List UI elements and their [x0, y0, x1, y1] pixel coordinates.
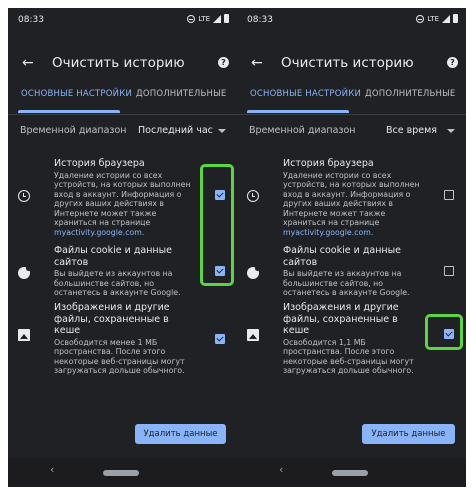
signal-icon: [213, 14, 221, 23]
clock-icon: [18, 190, 30, 202]
status-bar: 08:33 LTE: [237, 8, 466, 30]
option-browsing-history[interactable]: История браузера Удаление истории со все…: [237, 158, 466, 237]
clear-data-button[interactable]: Удалить данные: [362, 424, 455, 444]
option-cookies[interactable]: Файлы cookie и данные сайтов Вы выйдете …: [237, 245, 466, 298]
tab-basic[interactable]: ОСНОВНЫЕ НАСТРОЙКИ: [21, 89, 132, 99]
battery-icon: [224, 14, 229, 23]
time-range-label: Временной диапазон: [20, 125, 127, 136]
app-bar: ← Очистить историю ?: [8, 52, 237, 76]
time-range-selector[interactable]: Временной диапазон Все время: [237, 122, 466, 142]
signal-icon: [442, 14, 450, 23]
help-icon[interactable]: ?: [447, 57, 458, 68]
navigation-bar: ‹: [237, 458, 466, 487]
option-title: История браузера: [283, 158, 374, 169]
do-not-disturb-icon: [416, 14, 425, 23]
active-tab-indicator: [18, 110, 120, 113]
option-description: Удаление истории со всех устройств, на к…: [54, 170, 191, 228]
page-title: Очистить историю: [281, 55, 414, 71]
cookie-icon: [247, 266, 260, 279]
app-bar: ← Очистить историю ?: [237, 52, 466, 76]
network-type: LTE: [198, 14, 210, 23]
tab-advanced[interactable]: ДОПОЛНИТЕЛЬНЫЕ: [365, 89, 455, 99]
page-title: Очистить историю: [52, 55, 185, 71]
option-description: Освободится 1,1 МБ пространства. После э…: [283, 337, 414, 376]
myactivity-link[interactable]: myactivity.google.com.: [283, 228, 373, 237]
myactivity-link[interactable]: myactivity.google.com.: [54, 228, 144, 237]
time-range-selector[interactable]: Временной диапазон Последний час: [8, 122, 237, 142]
tab-advanced[interactable]: ДОПОЛНИТЕЛЬНЫЕ: [136, 89, 226, 99]
option-description: Вы выйдете из аккаунтов на большинстве с…: [54, 269, 181, 298]
cookie-icon: [18, 266, 31, 279]
option-description: Освободится менее 1 МБ пространства. Пос…: [54, 337, 185, 376]
home-pill[interactable]: [103, 470, 139, 476]
option-title: Файлы cookie и данные сайтов: [283, 245, 401, 268]
option-title: Изображения и другие файлы, сохраненные …: [54, 302, 170, 336]
status-bar: 08:33 LTE: [8, 8, 237, 30]
tab-bar: ОСНОВНЫЕ НАСТРОЙКИ ДОПОЛНИТЕЛЬНЫЕ: [237, 86, 466, 115]
active-tab-indicator: [247, 110, 349, 113]
time-range-value[interactable]: Все время: [386, 125, 437, 136]
navigation-bar: ‹: [8, 458, 237, 487]
highlight-frame: [425, 314, 463, 350]
help-icon[interactable]: ?: [218, 57, 229, 68]
option-description: Удаление истории со всех устройств, на к…: [283, 170, 420, 228]
dropdown-caret-icon[interactable]: [447, 129, 455, 133]
option-title: История браузера: [54, 158, 145, 169]
image-icon: [247, 329, 259, 341]
status-time: 08:33: [247, 15, 273, 25]
tab-basic[interactable]: ОСНОВНЫЕ НАСТРОЙКИ: [250, 89, 361, 99]
status-time: 08:33: [18, 15, 44, 25]
time-range-label: Временной диапазон: [249, 125, 356, 136]
time-range-value[interactable]: Последний час: [138, 125, 213, 136]
option-title: Изображения и другие файлы, сохраненные …: [283, 302, 399, 336]
checkbox-browsing-history[interactable]: [444, 190, 454, 200]
tab-bar: ОСНОВНЫЕ НАСТРОЙКИ ДОПОЛНИТЕЛЬНЫЕ: [8, 86, 237, 115]
highlight-frame: [200, 164, 234, 286]
option-title: Файлы cookie и данные сайтов: [54, 245, 172, 268]
clear-data-button[interactable]: Удалить данные: [135, 424, 226, 444]
home-pill[interactable]: [332, 470, 368, 476]
arrow-left-icon[interactable]: ←: [251, 55, 263, 71]
phone-screen-left: 08:33 LTE ← Очистить историю ? ОСНОВНЫЕ …: [8, 8, 237, 487]
image-icon: [18, 329, 30, 341]
option-cached-images[interactable]: Изображения и другие файлы, сохраненные …: [8, 302, 237, 375]
clock-icon: [247, 190, 259, 202]
checkbox-cookies[interactable]: [444, 266, 454, 276]
nav-back-icon[interactable]: ‹: [50, 463, 54, 476]
arrow-left-icon[interactable]: ←: [22, 55, 34, 71]
dropdown-caret-icon[interactable]: [218, 129, 226, 133]
nav-back-icon[interactable]: ‹: [279, 463, 283, 476]
network-type: LTE: [427, 14, 439, 23]
phone-screen-right: 08:33 LTE ← Очистить историю ? ОСНОВНЫЕ …: [237, 8, 466, 487]
battery-icon: [453, 14, 458, 23]
do-not-disturb-icon: [187, 14, 196, 23]
checkbox-cached-images[interactable]: [215, 334, 225, 344]
option-description: Вы выйдете из аккаунтов на большинстве с…: [283, 269, 410, 298]
